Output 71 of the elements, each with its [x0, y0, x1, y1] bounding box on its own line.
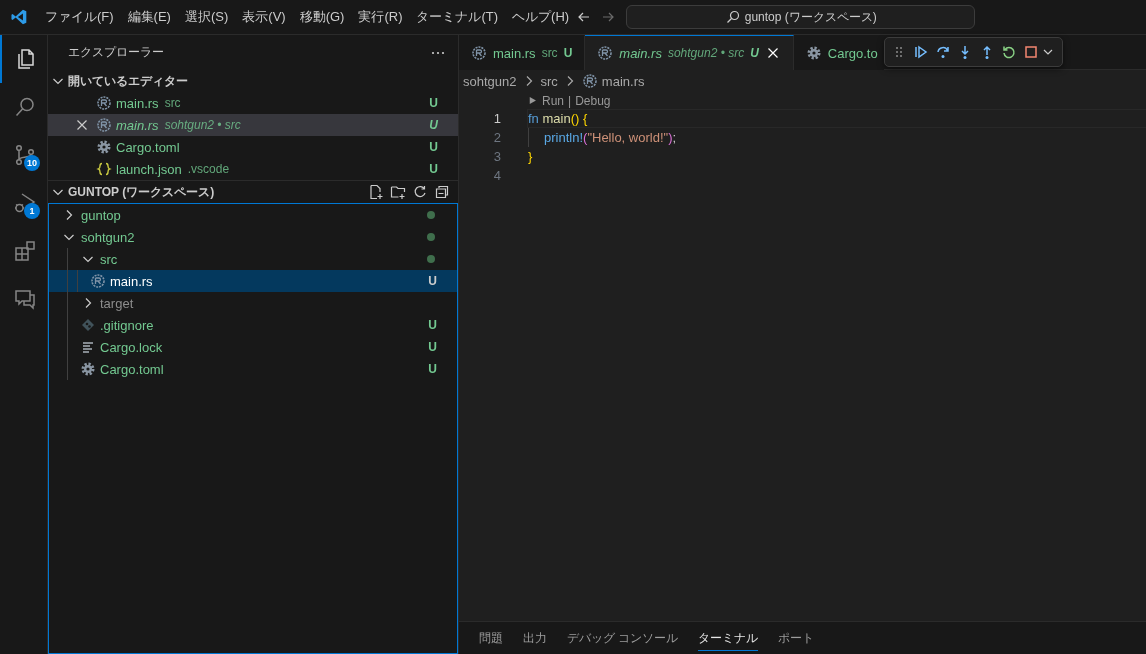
section-header[interactable]: GUNTOP (ワークスペース) — [48, 180, 458, 203]
gear-icon — [80, 361, 96, 377]
section-header[interactable]: 開いているエディター — [48, 70, 458, 92]
count-badge: 1 — [24, 203, 40, 219]
lines-icon — [80, 339, 96, 355]
menu-item[interactable]: 移動(G) — [292, 6, 352, 28]
continue-icon[interactable] — [912, 44, 929, 60]
breadcrumb-item[interactable]: sohtgun2 — [461, 73, 519, 89]
gear-icon — [96, 139, 112, 155]
code-lens-link[interactable]: Debug — [575, 93, 611, 108]
panel-title: エクスプローラー — [68, 44, 165, 61]
play-icon — [527, 95, 538, 106]
panel-tab[interactable]: ポート — [778, 625, 815, 651]
code-line: } — [528, 149, 533, 164]
line-number: 1 — [492, 111, 502, 126]
breadcrumb-item[interactable]: main.rs — [601, 73, 645, 89]
refresh-icon[interactable] — [412, 184, 428, 200]
file-item[interactable]: main.rs U — [49, 270, 457, 292]
braces-icon — [96, 161, 112, 177]
file-item[interactable]: Cargo.lock U — [49, 336, 457, 358]
panel-tab[interactable]: ターミナル — [698, 625, 759, 651]
breadcrumb-item[interactable]: src — [538, 73, 560, 89]
new-file-icon[interactable] — [368, 184, 384, 200]
menu-item[interactable]: ターミナル(T) — [409, 6, 506, 28]
circle-file-icon — [96, 95, 112, 111]
open-editor-item[interactable]: launch.json .vscode U — [48, 158, 458, 180]
file-item[interactable]: Cargo.toml U — [49, 358, 457, 380]
diamond-icon — [80, 317, 96, 333]
folder-item[interactable]: guntop — [49, 204, 457, 226]
new-folder-icon[interactable] — [390, 184, 406, 200]
menu-item[interactable]: 選択(S) — [177, 6, 236, 28]
file-item[interactable]: .gitignore U — [49, 314, 457, 336]
circle-file-icon — [90, 273, 106, 289]
menu-item[interactable]: 編集(E) — [120, 6, 178, 28]
circle-file-icon — [471, 45, 487, 61]
line-number: 3 — [492, 149, 502, 164]
count-badge: 10 — [24, 155, 40, 171]
extensions-icon — [12, 239, 37, 263]
activity-bar-item[interactable]: 1 — [0, 179, 47, 227]
menu-item[interactable]: ファイル(F) — [38, 6, 121, 28]
editor-tab[interactable]: main.rs sohtgun2 • src U — [585, 35, 794, 70]
editor-tab[interactable]: main.rs src U — [459, 35, 586, 70]
restart-icon[interactable] — [1000, 44, 1017, 60]
collapse-all-icon[interactable] — [434, 184, 450, 200]
open-editor-item[interactable]: Cargo.toml U — [48, 136, 458, 158]
stop-icon[interactable] — [1022, 44, 1039, 60]
open-editor-item[interactable]: main.rs sohtgun2 • src U — [48, 114, 458, 136]
panel-tab[interactable]: 出力 — [523, 625, 547, 651]
code-line: println!("Hello, world!"); — [544, 130, 677, 145]
separator-text: | — [568, 93, 572, 108]
menu-item[interactable]: 実行(R) — [351, 6, 410, 28]
open-editor-item[interactable]: main.rs src U — [48, 92, 458, 114]
circle-file-icon — [597, 45, 614, 61]
circle-file-icon — [581, 73, 598, 89]
command-search-field[interactable]: guntop (ワークスペース) — [626, 5, 976, 29]
code-line: fn main() { — [528, 111, 588, 126]
folder-item[interactable]: sohtgun2 — [49, 226, 457, 248]
line-number: 2 — [492, 130, 502, 145]
line-number: 4 — [492, 168, 502, 183]
activity-bar-item[interactable]: 10 — [0, 131, 47, 179]
folder-item[interactable]: target — [49, 292, 457, 314]
circle-file-icon — [96, 117, 112, 133]
code-lens-link[interactable]: Run — [542, 93, 564, 108]
menu-item[interactable]: ヘルプ(H) — [505, 6, 577, 28]
gear-icon — [805, 45, 822, 61]
panel-tab[interactable]: 問題 — [479, 625, 503, 651]
chat-icon — [12, 287, 37, 311]
menu-item[interactable]: 表示(V) — [235, 6, 293, 28]
step-over-icon[interactable] — [934, 44, 951, 60]
app-logo-icon — [10, 8, 28, 26]
panel-tab[interactable]: デバッグ コンソール — [567, 625, 679, 651]
